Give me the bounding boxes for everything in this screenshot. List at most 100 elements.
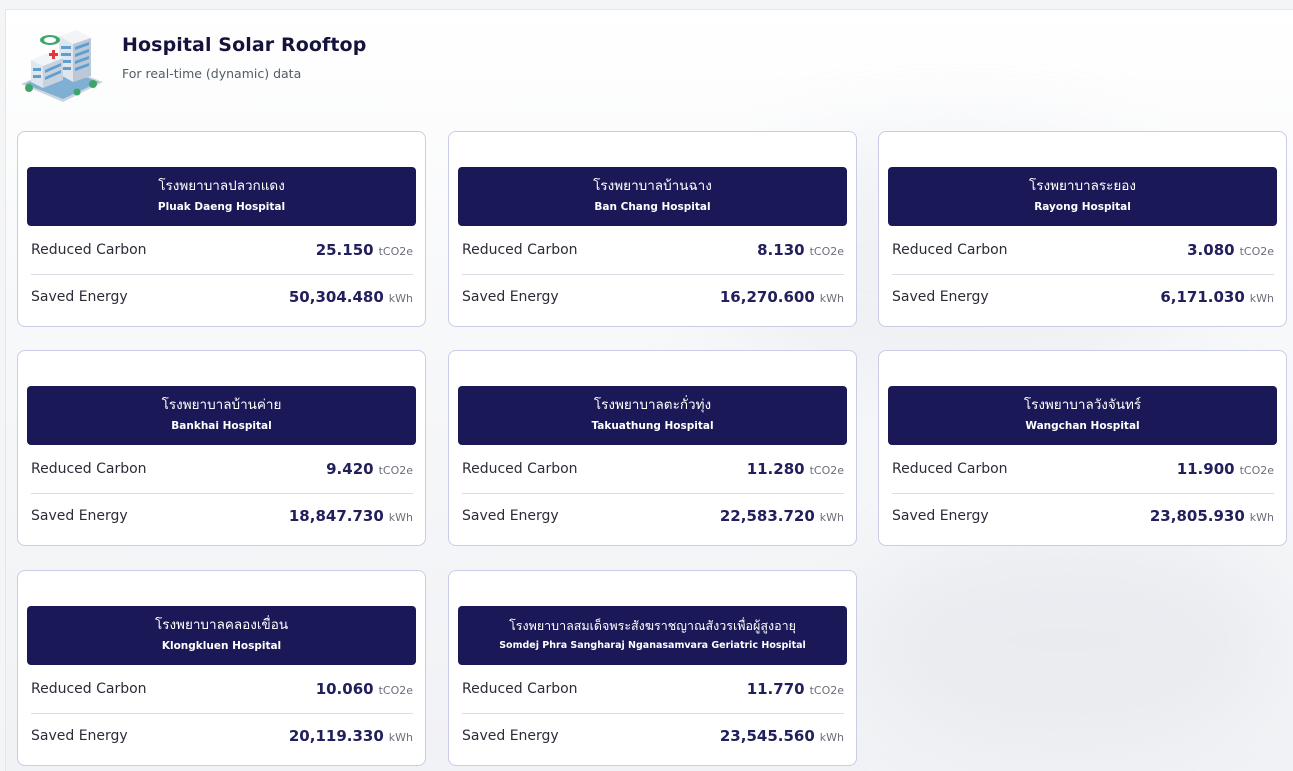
- hospital-card[interactable]: โรงพยาบาลบ้านค่าย Bankhai Hospital Reduc…: [17, 350, 426, 546]
- carbon-unit: tCO2e: [1239, 464, 1274, 477]
- saved-energy-label: Saved Energy: [462, 728, 559, 744]
- page-subtitle: For real-time (dynamic) data: [122, 66, 302, 81]
- hospital-card-header: โรงพยาบาลตะกั่วทุ่ง Takuathung Hospital: [458, 386, 847, 445]
- reduced-carbon-label: Reduced Carbon: [31, 681, 147, 697]
- saved-energy-value: 50,304.480 kWh: [288, 288, 413, 306]
- reduced-carbon-value: 3.080 tCO2e: [1187, 241, 1274, 259]
- reduced-carbon-value: 8.130 tCO2e: [757, 241, 844, 259]
- saved-energy-value: 23,545.560 kWh: [719, 727, 844, 745]
- saved-energy-label: Saved Energy: [31, 508, 128, 524]
- hospital-english-name: Takuathung Hospital: [591, 420, 714, 432]
- reduced-carbon-row: Reduced Carbon 25.150 tCO2e: [31, 235, 413, 265]
- hospital-building-icon: [17, 26, 107, 104]
- saved-energy-row: Saved Energy 20,119.330 kWh: [31, 721, 413, 751]
- hospital-thai-name: โรงพยาบาลคลองเขื่อน: [154, 617, 289, 633]
- saved-energy-label: Saved Energy: [31, 728, 128, 744]
- reduced-carbon-label: Reduced Carbon: [892, 461, 1008, 477]
- hospital-english-name: Pluak Daeng Hospital: [157, 201, 286, 213]
- carbon-unit: tCO2e: [378, 245, 413, 258]
- saved-energy-value: 6,171.030 kWh: [1160, 288, 1274, 306]
- reduced-carbon-row: Reduced Carbon 10.060 tCO2e: [31, 674, 413, 704]
- energy-unit: kWh: [1249, 511, 1274, 524]
- energy-unit: kWh: [819, 292, 844, 305]
- reduced-carbon-label: Reduced Carbon: [31, 461, 147, 477]
- hospital-card[interactable]: โรงพยาบาลบ้านฉาง Ban Chang Hospital Redu…: [448, 131, 857, 327]
- energy-unit: kWh: [819, 511, 844, 524]
- energy-unit: kWh: [388, 292, 413, 305]
- dashboard-page: Hospital Solar Rooftop For real-time (dy…: [5, 9, 1293, 771]
- divider: [462, 274, 844, 275]
- hospital-card-header: โรงพยาบาลคลองเขื่อน Klongkluen Hospital: [27, 606, 416, 665]
- saved-energy-row: Saved Energy 23,805.930 kWh: [892, 501, 1274, 531]
- hospital-card[interactable]: โรงพยาบาลคลองเขื่อน Klongkluen Hospital …: [17, 570, 426, 766]
- divider: [31, 274, 413, 275]
- saved-energy-row: Saved Energy 50,304.480 kWh: [31, 282, 413, 312]
- hospital-card-header: โรงพยาบาลบ้านค่าย Bankhai Hospital: [27, 386, 416, 445]
- saved-energy-label: Saved Energy: [31, 289, 128, 305]
- hospital-thai-name: โรงพยาบาลสมเด็จพระสังฆราชญาณสังวรเพื่อผู…: [509, 618, 796, 633]
- hospital-card[interactable]: โรงพยาบาลระยอง Rayong Hospital Reduced C…: [878, 131, 1287, 327]
- hospital-english-name: Rayong Hospital: [1034, 201, 1131, 213]
- reduced-carbon-value: 9.420 tCO2e: [326, 460, 413, 478]
- hospital-card-header: โรงพยาบาลบ้านฉาง Ban Chang Hospital: [458, 167, 847, 226]
- hospital-thai-name: โรงพยาบาลบ้านฉาง: [593, 178, 712, 194]
- divider: [462, 713, 844, 714]
- reduced-carbon-label: Reduced Carbon: [31, 242, 147, 258]
- hospital-card-header: โรงพยาบาลสมเด็จพระสังฆราชญาณสังวรเพื่อผู…: [458, 606, 847, 665]
- page-header: Hospital Solar Rooftop For real-time (dy…: [17, 26, 617, 106]
- carbon-unit: tCO2e: [809, 684, 844, 697]
- hospital-thai-name: โรงพยาบาลปลวกแดง: [158, 178, 285, 194]
- reduced-carbon-label: Reduced Carbon: [462, 242, 578, 258]
- hospital-english-name: Somdej Phra Sangharaj Nganasamvara Geria…: [499, 640, 806, 651]
- carbon-unit: tCO2e: [378, 684, 413, 697]
- reduced-carbon-value: 25.150 tCO2e: [315, 241, 413, 259]
- reduced-carbon-value: 11.280 tCO2e: [746, 460, 844, 478]
- saved-energy-value: 16,270.600 kWh: [719, 288, 844, 306]
- reduced-carbon-row: Reduced Carbon 8.130 tCO2e: [462, 235, 844, 265]
- divider: [462, 493, 844, 494]
- hospital-english-name: Klongkluen Hospital: [161, 640, 282, 652]
- energy-unit: kWh: [1249, 292, 1274, 305]
- saved-energy-label: Saved Energy: [462, 289, 559, 305]
- divider: [31, 713, 413, 714]
- hospital-english-name: Bankhai Hospital: [171, 420, 272, 432]
- reduced-carbon-row: Reduced Carbon 11.280 tCO2e: [462, 454, 844, 484]
- saved-energy-label: Saved Energy: [892, 289, 989, 305]
- saved-energy-value: 20,119.330 kWh: [288, 727, 413, 745]
- saved-energy-label: Saved Energy: [462, 508, 559, 524]
- reduced-carbon-row: Reduced Carbon 11.900 tCO2e: [892, 454, 1274, 484]
- carbon-unit: tCO2e: [1239, 245, 1274, 258]
- saved-energy-value: 23,805.930 kWh: [1149, 507, 1274, 525]
- reduced-carbon-label: Reduced Carbon: [892, 242, 1008, 258]
- hospital-card-header: โรงพยาบาลวังจันทร์ Wangchan Hospital: [888, 386, 1277, 445]
- hospital-english-name: Wangchan Hospital: [1025, 420, 1140, 432]
- hospital-card-header: โรงพยาบาลระยอง Rayong Hospital: [888, 167, 1277, 226]
- saved-energy-row: Saved Energy 16,270.600 kWh: [462, 282, 844, 312]
- reduced-carbon-row: Reduced Carbon 3.080 tCO2e: [892, 235, 1274, 265]
- divider: [31, 493, 413, 494]
- hospital-thai-name: โรงพยาบาลบ้านค่าย: [161, 397, 282, 413]
- saved-energy-row: Saved Energy 6,171.030 kWh: [892, 282, 1274, 312]
- divider: [892, 274, 1274, 275]
- hospital-card[interactable]: โรงพยาบาลสมเด็จพระสังฆราชญาณสังวรเพื่อผู…: [448, 570, 857, 766]
- page-title: Hospital Solar Rooftop: [122, 34, 367, 56]
- hospital-card[interactable]: โรงพยาบาลตะกั่วทุ่ง Takuathung Hospital …: [448, 350, 857, 546]
- carbon-unit: tCO2e: [809, 245, 844, 258]
- carbon-unit: tCO2e: [809, 464, 844, 477]
- hospital-english-name: Ban Chang Hospital: [594, 201, 711, 213]
- saved-energy-value: 22,583.720 kWh: [719, 507, 844, 525]
- hospital-thai-name: โรงพยาบาลตะกั่วทุ่ง: [593, 397, 712, 413]
- hospital-thai-name: โรงพยาบาลระยอง: [1028, 178, 1137, 194]
- hospital-card[interactable]: โรงพยาบาลวังจันทร์ Wangchan Hospital Red…: [878, 350, 1287, 546]
- saved-energy-value: 18,847.730 kWh: [288, 507, 413, 525]
- reduced-carbon-label: Reduced Carbon: [462, 461, 578, 477]
- saved-energy-row: Saved Energy 22,583.720 kWh: [462, 501, 844, 531]
- saved-energy-label: Saved Energy: [892, 508, 989, 524]
- reduced-carbon-value: 11.900 tCO2e: [1176, 460, 1274, 478]
- energy-unit: kWh: [388, 731, 413, 744]
- energy-unit: kWh: [388, 511, 413, 524]
- carbon-unit: tCO2e: [378, 464, 413, 477]
- divider: [892, 493, 1274, 494]
- saved-energy-row: Saved Energy 18,847.730 kWh: [31, 501, 413, 531]
- hospital-card[interactable]: โรงพยาบาลปลวกแดง Pluak Daeng Hospital Re…: [17, 131, 426, 327]
